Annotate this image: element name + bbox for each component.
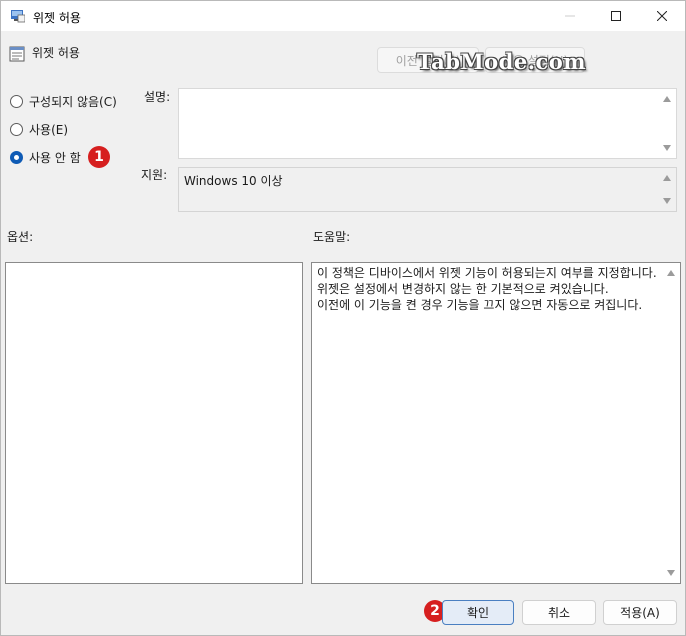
comment-label: 설명: [144, 90, 171, 104]
scroll-down-icon[interactable] [663, 198, 671, 204]
scroll-up-icon[interactable] [663, 175, 671, 181]
radio-button[interactable] [10, 123, 23, 136]
radio-enabled[interactable]: 사용(E) [10, 121, 68, 138]
radio-disabled[interactable]: 사용 안 함 [10, 149, 81, 166]
radio-button[interactable] [10, 151, 23, 164]
window-title: 위젯 허용 [33, 11, 81, 25]
help-text: 이 정책은 디바이스에서 위젯 기능이 허용되는지 여부를 지정합니다. 위젯은… [317, 266, 657, 312]
scroll-down-icon[interactable] [663, 145, 671, 151]
title-bar: 위젯 허용 [1, 1, 685, 31]
radio-label: 사용 안 함 [29, 151, 81, 165]
close-button[interactable] [639, 1, 685, 31]
radio-label: 구성되지 않음(C) [29, 95, 117, 109]
step-marker-1: 1 [88, 146, 110, 168]
radio-label: 사용(E) [29, 123, 69, 137]
help-label: 도움말: [313, 230, 351, 244]
help-panel: 이 정책은 디바이스에서 위젯 기능이 허용되는지 여부를 지정합니다. 위젯은… [311, 262, 681, 584]
maximize-icon [611, 11, 621, 21]
group-policy-icon [11, 10, 25, 23]
supported-on-box: Windows 10 이상 [178, 167, 677, 212]
supported-on-label: 지원: [141, 168, 168, 182]
options-label: 옵션: [7, 230, 34, 244]
policy-setting-icon [9, 46, 25, 62]
radio-not-configured[interactable]: 구성되지 않음(C) [10, 93, 117, 110]
scroll-down-icon[interactable] [667, 570, 675, 576]
radio-button[interactable] [10, 95, 23, 108]
minimize-button[interactable] [547, 1, 593, 31]
apply-button[interactable]: 적용(A) [603, 600, 677, 625]
comment-textarea[interactable] [178, 88, 677, 159]
policy-dialog: 위젯 허용 위젯 허용 이전 설정(P) 다음 설정(N) TabMode.co… [0, 0, 686, 636]
comment-scrollbar[interactable] [659, 89, 676, 158]
ok-button[interactable]: 확인 [442, 600, 514, 625]
help-scrollbar[interactable] [663, 263, 680, 583]
policy-name: 위젯 허용 [32, 46, 80, 60]
maximize-button[interactable] [593, 1, 639, 31]
scroll-up-icon[interactable] [663, 96, 671, 102]
watermark-logo: TabMode.com [417, 49, 587, 74]
options-panel [5, 262, 303, 584]
minimize-icon [565, 15, 575, 17]
scroll-up-icon[interactable] [667, 270, 675, 276]
close-icon [657, 11, 667, 21]
cancel-button[interactable]: 취소 [522, 600, 596, 625]
supported-on-value: Windows 10 이상 [184, 174, 283, 188]
supported-on-scrollbar[interactable] [659, 168, 676, 211]
